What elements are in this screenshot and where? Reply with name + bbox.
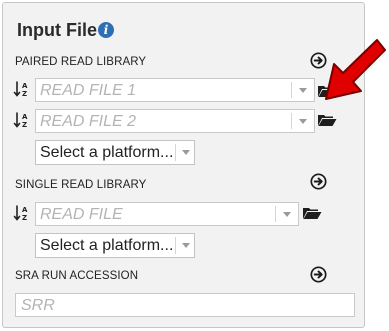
folder-open-icon[interactable] [317, 113, 337, 127]
sra-run-accession-label: SRA RUN ACCESSION [15, 270, 139, 282]
svg-text:Z: Z [22, 214, 27, 222]
divider [291, 113, 292, 129]
single-platform-select[interactable]: Select a platform... [35, 233, 195, 258]
read-file-2-placeholder: READ FILE 2 [40, 113, 137, 130]
paired-platform-value: Select a platform... [40, 144, 174, 161]
divider [175, 144, 176, 161]
read-file-combobox[interactable]: READ FILE [35, 202, 299, 226]
add-sra-accession-icon[interactable] [310, 266, 327, 283]
red-arrow-icon [325, 39, 386, 100]
sort-alpha-down-icon[interactable]: A Z [13, 80, 30, 98]
svg-text:A: A [22, 113, 28, 121]
input-file-panel: Input File i PAIRED READ LIBRARY A Z REA… [2, 2, 365, 328]
srr-input[interactable]: SRR [15, 293, 355, 317]
paired-read-library-label: PAIRED READ LIBRARY [15, 56, 147, 68]
svg-text:Z: Z [22, 90, 27, 98]
sort-alpha-down-icon[interactable]: A Z [13, 111, 30, 129]
read-file-1-placeholder: READ FILE 1 [40, 82, 137, 99]
paired-platform-select[interactable]: Select a platform... [35, 140, 195, 165]
read-file-2-combobox[interactable]: READ FILE 2 [35, 109, 315, 133]
single-read-library-label: SINGLE READ LIBRARY [15, 179, 147, 191]
svg-text:A: A [22, 82, 28, 90]
divider [275, 206, 276, 222]
info-icon[interactable]: i [98, 22, 114, 38]
svg-text:Z: Z [22, 121, 27, 129]
folder-open-icon[interactable] [302, 206, 322, 220]
divider [291, 82, 292, 98]
sort-alpha-down-icon[interactable]: A Z [13, 204, 30, 222]
svg-text:A: A [22, 206, 28, 214]
chevron-down-icon[interactable] [283, 212, 291, 217]
divider [175, 237, 176, 254]
chevron-down-icon[interactable] [182, 150, 190, 155]
chevron-down-icon[interactable] [299, 88, 307, 93]
read-file-placeholder: READ FILE [40, 206, 123, 223]
srr-placeholder: SRR [21, 297, 55, 314]
panel-title: Input File [17, 20, 97, 40]
single-platform-value: Select a platform... [40, 237, 174, 254]
add-single-library-icon[interactable] [310, 173, 327, 190]
read-file-1-combobox[interactable]: READ FILE 1 [35, 78, 315, 102]
chevron-down-icon[interactable] [299, 119, 307, 124]
chevron-down-icon[interactable] [182, 243, 190, 248]
